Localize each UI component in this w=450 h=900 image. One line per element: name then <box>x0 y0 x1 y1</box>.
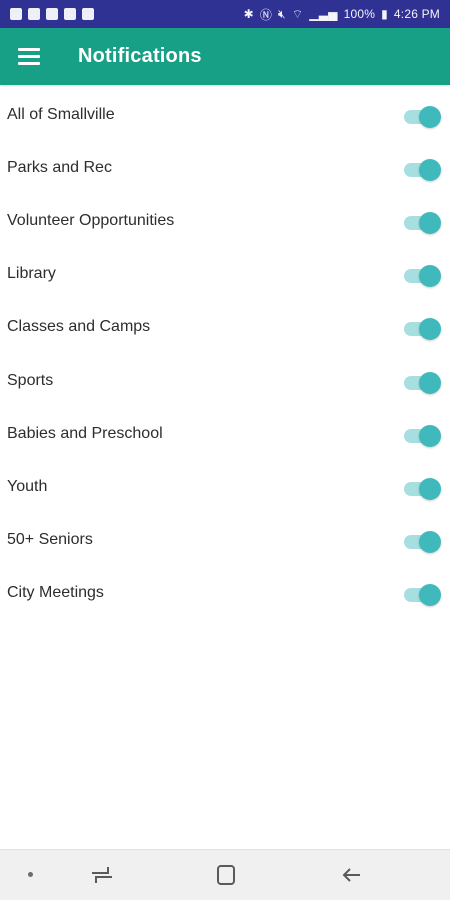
notification-settings-list: All of Smallville Parks and Rec Volunteer … <box>0 88 450 620</box>
setting-label: Youth <box>7 477 48 495</box>
setting-toggle[interactable] <box>404 369 441 394</box>
facebook-icon <box>10 8 22 20</box>
notification-setting-row: Volunteer Opportunities <box>0 194 450 247</box>
setting-toggle[interactable] <box>404 156 441 181</box>
setting-toggle[interactable] <box>404 103 441 128</box>
toggle-knob <box>419 211 441 234</box>
page-title: Notifications <box>78 45 202 67</box>
setting-toggle[interactable] <box>404 422 441 447</box>
nfc-icon: Ⓝ <box>259 7 273 22</box>
toggle-knob <box>419 105 441 128</box>
clock: 4:26 PM <box>393 7 440 21</box>
status-bar: ✱ Ⓝ 🔇︎ ⌔ ▁▃▅ 100% ▮ 4:26 PM <box>0 0 450 28</box>
status-bar-right: ✱ Ⓝ 🔇︎ ⌔ ▁▃▅ 100% ▮ 4:26 PM <box>244 6 440 23</box>
setting-toggle[interactable] <box>404 528 441 554</box>
bluetooth-icon: ✱ <box>243 7 254 21</box>
setting-toggle[interactable] <box>404 581 441 607</box>
setting-label: Classes and Camps <box>7 318 151 336</box>
toggle-knob <box>419 265 441 288</box>
nav-dot-indicator <box>28 872 33 877</box>
setting-toggle[interactable] <box>404 315 441 341</box>
setting-label: Parks and Rec <box>7 158 112 176</box>
setting-label: Library <box>7 265 56 283</box>
setting-toggle[interactable] <box>404 209 441 234</box>
setting-toggle[interactable] <box>404 262 441 288</box>
calendar-icon <box>82 8 94 20</box>
toggle-knob <box>419 477 441 500</box>
signal-icon: ▁▃▅ <box>309 7 338 21</box>
image-icon <box>46 8 58 20</box>
message-icon <box>28 8 40 20</box>
notification-setting-row: City Meetings <box>0 567 450 620</box>
toggle-knob <box>419 584 441 607</box>
notification-setting-row: Babies and Preschool <box>0 407 450 460</box>
toggle-knob <box>419 424 441 447</box>
toggle-knob <box>419 318 441 341</box>
back-icon[interactable] <box>340 864 364 886</box>
hamburger-menu-icon[interactable] <box>18 45 42 69</box>
battery-text: 100% <box>343 7 376 21</box>
status-bar-left-icons <box>10 8 94 20</box>
toggle-knob <box>419 531 441 554</box>
setting-label: Volunteer Opportunities <box>7 211 175 229</box>
notification-setting-row: All of Smallville <box>0 88 450 141</box>
notification-setting-row: Youth <box>0 460 450 513</box>
system-nav-bar <box>0 849 450 900</box>
mute-icon: 🔇︎ <box>278 6 286 21</box>
recent-apps-icon[interactable] <box>90 864 114 886</box>
notification-setting-row: Library <box>0 248 450 301</box>
setting-label: All of Smallville <box>7 105 115 123</box>
toggle-knob <box>419 371 441 394</box>
setting-label: 50+ Seniors <box>7 531 93 549</box>
setting-toggle[interactable] <box>404 475 441 500</box>
setting-label: City Meetings <box>7 584 104 602</box>
toggle-knob <box>419 158 441 181</box>
wifi-icon: ⌔ <box>291 6 304 21</box>
battery-icon: ▮ <box>381 7 388 21</box>
home-icon[interactable] <box>214 864 238 886</box>
notification-setting-row: Sports <box>0 354 450 407</box>
notification-setting-row: Parks and Rec <box>0 141 450 194</box>
setting-label: Sports <box>7 371 54 389</box>
app-bar: Notifications <box>0 28 450 85</box>
setting-label: Babies and Preschool <box>7 424 163 442</box>
notification-setting-row: Classes and Camps <box>0 301 450 354</box>
notification-icon <box>64 8 76 20</box>
notification-setting-row: 50+ Seniors <box>0 514 450 567</box>
